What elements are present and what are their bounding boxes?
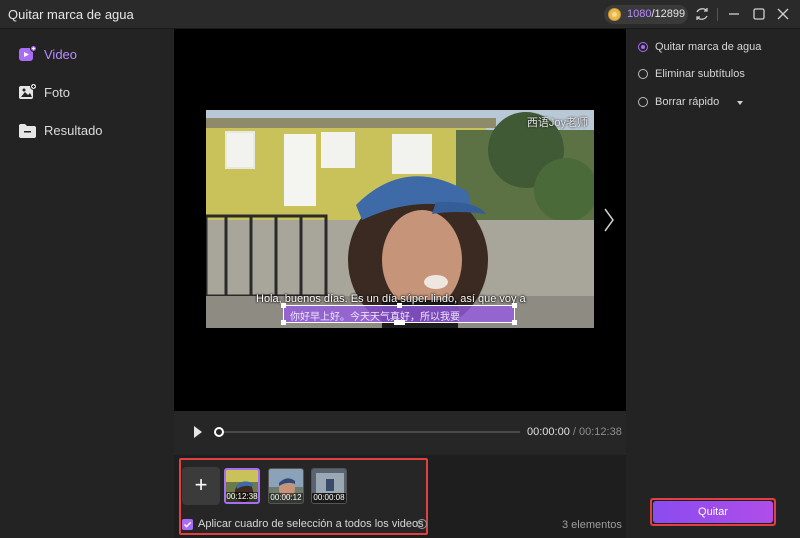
video-preview[interactable]: 西语Joy老师 Hola, buenos días. Es un día súp…: [174, 29, 626, 411]
video-icon: [18, 45, 37, 64]
option-borrar-rapido[interactable]: Borrar rápido: [638, 95, 798, 111]
divider: [717, 8, 718, 21]
option-label: Quitar marca de agua: [655, 41, 762, 53]
credits-text: 1080/12899: [627, 8, 685, 20]
option-eliminar-subtitulos[interactable]: Eliminar subtítulos: [638, 67, 798, 83]
sidebar-item-label: Resultado: [44, 123, 103, 138]
sidebar: Video Foto Resultado: [0, 29, 174, 538]
credits-used: 1080: [627, 8, 652, 20]
minimize-icon[interactable]: [726, 6, 742, 22]
sidebar-item-foto[interactable]: Foto: [18, 82, 168, 104]
resize-handle[interactable]: [394, 320, 405, 325]
thumbnail-duration: 00:00:12: [269, 493, 303, 503]
sidebar-item-label: Foto: [44, 85, 71, 100]
resize-handle[interactable]: [397, 303, 402, 308]
video-thumbnail[interactable]: 00:00:08: [311, 468, 347, 504]
play-icon[interactable]: [193, 425, 203, 439]
coin-icon: [608, 8, 621, 21]
apply-all-checkbox[interactable]: [182, 519, 193, 530]
option-label: Eliminar subtítulos: [655, 68, 745, 80]
maximize-icon[interactable]: [751, 6, 767, 22]
sidebar-item-resultado[interactable]: Resultado: [18, 120, 168, 142]
add-video-button[interactable]: +: [182, 467, 220, 505]
progress-knob[interactable]: [214, 427, 224, 437]
radio-button[interactable]: [638, 42, 648, 52]
info-icon[interactable]: i: [417, 519, 427, 529]
photo-icon: [18, 83, 37, 102]
resize-handle[interactable]: [512, 303, 517, 308]
thumbnail-duration: 00:12:38: [226, 492, 258, 502]
video-frame[interactable]: 西语Joy老师 Hola, buenos días. Es un día súp…: [206, 110, 594, 328]
selection-box[interactable]: 你好早上好。今天天气真好，所以我要: [281, 303, 517, 325]
quitar-button[interactable]: Quitar: [653, 501, 773, 523]
current-time: 00:00:00: [527, 426, 570, 438]
folder-icon: [18, 121, 37, 140]
resize-handle[interactable]: [281, 303, 286, 308]
player-controls: 00:00:00 / 00:12:38: [174, 411, 626, 455]
video-thumbnail[interactable]: 00:12:38: [224, 468, 260, 504]
resize-handle[interactable]: [512, 320, 517, 325]
item-count: 3 elementos: [562, 519, 622, 531]
resize-handle[interactable]: [281, 320, 286, 325]
refresh-icon[interactable]: [694, 6, 710, 22]
sidebar-item-label: Video: [44, 47, 78, 62]
close-icon[interactable]: [775, 6, 791, 22]
radio-button[interactable]: [638, 69, 648, 79]
time-display: 00:00:00 / 00:12:38: [527, 426, 622, 438]
video-list-panel: + 00:12:38 00:00:12 00:00:08 Aplicar cua…: [179, 458, 428, 535]
title-bar: Quitar marca de agua 1080/12899: [0, 0, 800, 29]
app-title: Quitar marca de agua: [8, 7, 134, 22]
credits-total: /12899: [651, 8, 686, 20]
video-thumbnail[interactable]: 00:00:12: [268, 468, 304, 504]
selection-subtitle-text: 你好早上好。今天天气真好，所以我要: [290, 312, 460, 323]
option-label: Borrar rápido: [655, 96, 720, 108]
options-panel: Quitar marca de agua Eliminar subtítulos…: [626, 29, 800, 538]
thumbnail-duration: 00:00:08: [312, 493, 346, 503]
radio-button[interactable]: [638, 97, 648, 107]
chevron-right-icon[interactable]: [602, 207, 616, 233]
quitar-button-frame: Quitar: [650, 498, 776, 526]
credits-badge[interactable]: 1080/12899: [604, 5, 688, 24]
progress-bar[interactable]: [214, 427, 520, 437]
watermark-text: 西语Joy老师: [526, 117, 588, 129]
apply-all-label: Aplicar cuadro de selección a todos los …: [198, 518, 424, 530]
option-quitar-marca[interactable]: Quitar marca de agua: [638, 40, 798, 56]
total-time: / 00:12:38: [569, 426, 622, 438]
subtitle-text: Hola, buenos días. Es un día súper lindo…: [256, 293, 526, 305]
sidebar-item-video[interactable]: Video: [18, 44, 168, 66]
chevron-down-icon[interactable]: [737, 101, 743, 105]
